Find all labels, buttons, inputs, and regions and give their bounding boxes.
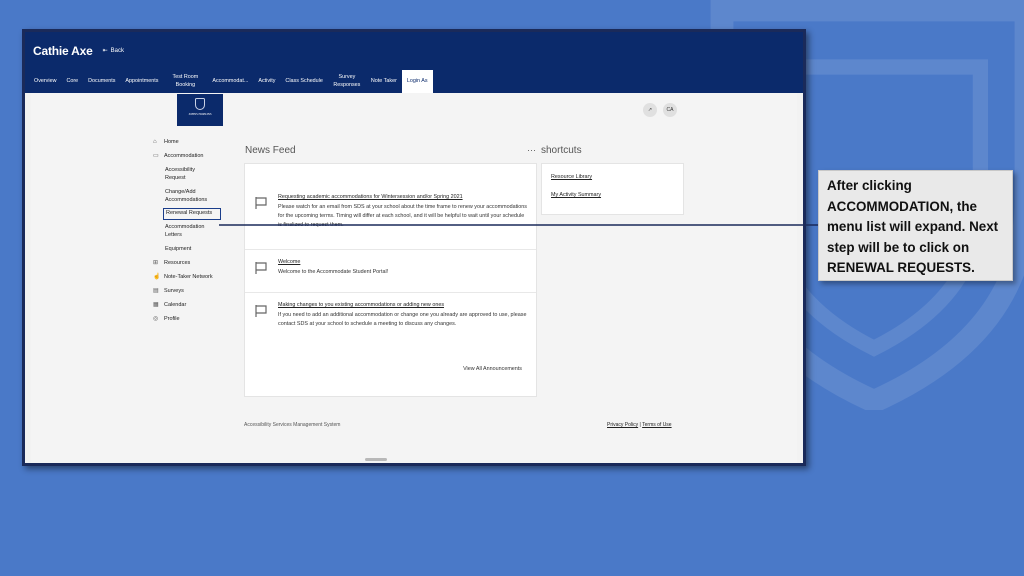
tab-core[interactable]: Core [61,70,83,93]
flag-icon [255,305,267,317]
activity-summary-link[interactable]: My Activity Summary [551,192,674,198]
flag-icon [255,262,267,274]
footer-links: Privacy Policy | Terms of Use [607,422,672,428]
announcement-item: Welcome Welcome to the Accommodate Stude… [245,259,536,293]
external-link-icon[interactable]: ↗ [643,103,657,117]
thumbs-up-icon: ☝ [153,274,161,281]
tab-accommodations[interactable]: Accommodat... [207,70,253,93]
sidebar-item-label: Profile [164,315,180,322]
account-avatar[interactable]: CA [663,103,677,117]
announcement-item: Making changes to you existing accommoda… [245,302,536,358]
shortcuts-panel: Resource Library My Activity Summary [541,163,684,215]
sidebar-item-label: Accommodation [164,152,204,159]
news-feed-title: News Feed [245,145,296,156]
profile-icon: ◎ [153,315,159,322]
main-tabs: Overview Core Documents Appointments Tes… [25,69,803,93]
scrollbar-handle[interactable] [365,458,387,461]
sidebar-item-profile[interactable]: ◎ Profile [153,316,233,324]
privacy-policy-link[interactable]: Privacy Policy [607,422,638,428]
portal-screenshot: Cathie Axe ⇤ Back Overview Core Document… [22,29,806,466]
announcement-title-link[interactable]: Requesting academic accommodations for W… [278,194,528,200]
user-name: Cathie Axe [33,43,93,58]
instruction-callout: After clicking ACCOMMODATION, the menu l… [818,170,1013,281]
callout-connector-line [219,224,819,226]
tab-documents[interactable]: Documents [83,70,120,93]
announcement-body: Welcome to the Accommodate Student Porta… [278,269,389,275]
announcement-body: If you need to add an additional accommo… [278,312,527,328]
sidebar-item-label: Resources [164,260,191,267]
announcement-title-link[interactable]: Making changes to you existing accommoda… [278,302,528,308]
resource-library-link[interactable]: Resource Library [551,174,674,180]
footer-system-name: Accessibility Services Management System [244,422,341,428]
tab-note-taker[interactable]: Note Taker [366,70,402,93]
sidebar-item-label: Home [164,139,179,145]
sidebar-sub-renewal-requests[interactable]: Renewal Requests [163,208,221,221]
back-icon: ⇤ [102,48,108,54]
sidebar-item-surveys[interactable]: ▤ Surveys [153,288,233,296]
sidebar-item-home[interactable]: ⌂ Home [153,139,233,147]
sidebar-item-calendar[interactable]: ▦ Calendar [153,302,233,310]
view-all-announcements-link[interactable]: View All Announcements [463,366,522,372]
news-feed-panel: Requesting academic accommodations for W… [244,163,537,397]
tab-login-as[interactable]: Login As [401,70,433,93]
footer-separator: | [639,422,641,428]
header-icons: ↗ CA [643,103,677,117]
resources-icon: ⊞ [153,260,159,267]
sidebar-nav: ⌂ Home ▭ Accommodation Accessibility Req… [153,139,233,329]
top-bar: Cathie Axe ⇤ Back [25,32,803,69]
announcement-body: Please watch for an email from SDS at yo… [278,204,527,228]
sidebar-item-accommodation[interactable]: ▭ Accommodation [153,153,233,161]
logo-text: JOHNS HOPKINS [188,112,212,116]
crest-icon [195,98,205,110]
tab-class-schedule[interactable]: Class Schedule [280,70,327,93]
tab-overview[interactable]: Overview [29,70,61,93]
sidebar-sub-accessibility-request[interactable]: Accessibility Request [165,167,209,183]
tab-activity[interactable]: Activity [253,70,280,93]
shortcuts-title: shortcuts [541,145,582,156]
announcement-title-link[interactable]: Welcome [278,259,528,265]
calendar-icon: ▦ [153,301,159,308]
sidebar-sub-accommodation-letters[interactable]: Accommodation Letters [165,224,215,240]
sidebar-item-label: Note-Taker Network [164,274,213,281]
terms-of-use-link[interactable]: Terms of Use [642,422,671,428]
sidebar-item-label: Surveys [164,287,184,294]
clipboard-icon: ▤ [153,287,159,294]
main-content: JOHNS HOPKINS ↗ CA ⌂ Home ▭ Accommodatio… [31,93,797,463]
university-logo: JOHNS HOPKINS [177,94,223,126]
sidebar-item-note-taker-network[interactable]: ☝ Note-Taker Network [153,274,233,282]
news-feed-menu-icon[interactable]: ··· [527,145,536,155]
tab-survey-responses[interactable]: Survey Responses [328,70,366,93]
back-button[interactable]: ⇤ Back [102,47,124,55]
home-icon: ⌂ [153,139,157,145]
sidebar-item-resources[interactable]: ⊞ Resources [153,260,233,268]
sidebar-item-label: Calendar [164,301,187,308]
chat-icon: ▭ [153,152,159,159]
sidebar-sub-equipment[interactable]: Equipment [165,246,233,254]
tab-test-room-booking[interactable]: Test Room Booking [163,70,207,93]
tab-appointments[interactable]: Appointments [120,70,163,93]
flag-icon [255,197,267,209]
announcement-item: Requesting academic accommodations for W… [245,194,536,250]
back-label: Back [110,47,124,54]
sidebar-sub-change-add[interactable]: Change/Add Accommodations [165,189,217,205]
